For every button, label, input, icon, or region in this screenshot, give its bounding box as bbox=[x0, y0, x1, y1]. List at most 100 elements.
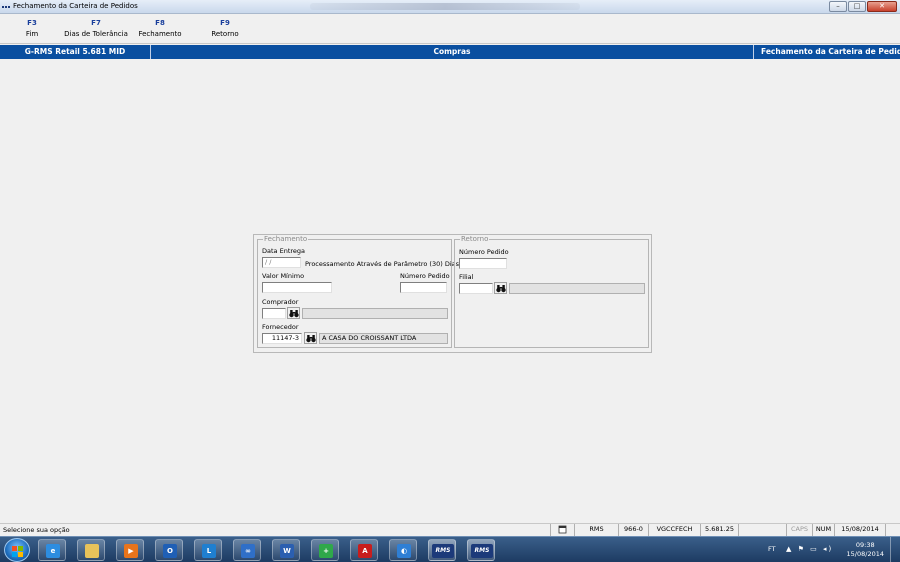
close-button[interactable]: ✕ bbox=[867, 1, 897, 12]
network-app-icon: ◐ bbox=[397, 544, 411, 558]
taskbar-word-button[interactable]: W bbox=[272, 539, 300, 561]
fkey-label: Retorno bbox=[211, 30, 239, 38]
taskbar-media-player-button[interactable]: ▶ bbox=[116, 539, 144, 561]
rms-app-2-icon: RMS bbox=[471, 544, 493, 558]
valor-minimo-label: Valor Mínimo bbox=[262, 272, 305, 280]
clock-date: 15/08/2014 bbox=[846, 550, 884, 558]
status-store: 966-0 bbox=[618, 524, 648, 536]
taskbar-rms-app-1-button[interactable]: RMS bbox=[428, 539, 456, 561]
fkey-code: F8 bbox=[155, 19, 165, 27]
taskbar-database-tool-button[interactable]: + bbox=[311, 539, 339, 561]
status-bar: Selecione sua opção RMS 966-0 VGCCFECH 5… bbox=[0, 523, 900, 536]
clock[interactable]: 09:38 15/08/2014 bbox=[847, 541, 884, 559]
valor-minimo-input[interactable] bbox=[262, 282, 332, 293]
comprador-name-display bbox=[302, 308, 448, 319]
blurred-caption bbox=[310, 3, 580, 10]
processamento-text: Processamento Através de Parâmetro (30) … bbox=[305, 260, 460, 268]
maximize-button[interactable]: □ bbox=[848, 1, 866, 12]
system-version: G-RMS Retail 5.681 MID bbox=[0, 45, 151, 59]
form-panel: Fechamento Data Entrega / / Processament… bbox=[253, 234, 652, 353]
rms-app-1-icon: RMS bbox=[432, 544, 454, 558]
status-empty bbox=[738, 524, 786, 536]
taskbar-network-app-button[interactable]: ◐ bbox=[389, 539, 417, 561]
status-date: 15/08/2014 bbox=[834, 524, 886, 536]
data-entrega-label: Data Entrega bbox=[262, 247, 305, 255]
fornecedor-search-button[interactable] bbox=[304, 332, 317, 344]
document-icon bbox=[558, 525, 567, 534]
taskbar-acrobat-button[interactable]: A bbox=[350, 539, 378, 561]
filial-code-input[interactable] bbox=[459, 283, 493, 294]
document-icon-cell bbox=[550, 524, 574, 536]
binoculars-icon bbox=[289, 310, 299, 318]
taskbar-internet-explorer-button[interactable]: e bbox=[38, 539, 66, 561]
window-controls: – □ ✕ bbox=[828, 1, 897, 13]
window-title: Fechamento da Carteira de Pedidos bbox=[13, 2, 138, 10]
retorno-numero-pedido-input[interactable] bbox=[459, 258, 507, 269]
binoculars-icon bbox=[496, 285, 506, 293]
windows-logo-part bbox=[12, 552, 17, 557]
comprador-code-input[interactable] bbox=[262, 308, 286, 319]
comprador-search-button[interactable] bbox=[287, 307, 300, 319]
internet-explorer-icon: e bbox=[46, 544, 60, 558]
fkey-code: F9 bbox=[220, 19, 230, 27]
outlook-icon: O bbox=[163, 544, 177, 558]
taskbar-lync-button[interactable]: L bbox=[194, 539, 222, 561]
status-message: Selecione sua opção bbox=[3, 526, 70, 534]
f7-dias-tolerancia-button[interactable]: F7 Dias de Tolerância bbox=[64, 19, 128, 38]
status-system: RMS bbox=[574, 524, 618, 536]
status-num: NUM bbox=[812, 524, 834, 536]
f3-fim-button[interactable]: F3 Fim bbox=[22, 19, 42, 38]
fkey-code: F7 bbox=[91, 19, 101, 27]
numero-pedido-input[interactable] bbox=[400, 282, 447, 293]
file-explorer-icon bbox=[85, 544, 99, 558]
status-caps: CAPS bbox=[786, 524, 812, 536]
f9-retorno-button[interactable]: F9 Retorno bbox=[208, 19, 242, 38]
fkey-code: F3 bbox=[27, 19, 37, 27]
status-version: 5.681.25 bbox=[700, 524, 738, 536]
taskbar-rms-app-2-button[interactable]: RMS bbox=[467, 539, 495, 561]
comprador-label: Comprador bbox=[262, 298, 299, 306]
taskbar-outlook-button[interactable]: O bbox=[155, 539, 183, 561]
fechamento-legend: Fechamento bbox=[263, 235, 309, 243]
filial-name-display bbox=[509, 283, 645, 294]
binoculars-icon bbox=[306, 335, 316, 343]
show-desktop-button[interactable] bbox=[890, 537, 900, 562]
taskbar-file-explorer-button[interactable] bbox=[77, 539, 105, 561]
fornecedor-code-input[interactable]: 11147-3 bbox=[262, 333, 302, 344]
word-icon: W bbox=[280, 544, 294, 558]
data-entrega-input[interactable]: / / bbox=[262, 257, 301, 268]
fkey-label: Fechamento bbox=[138, 30, 182, 38]
screen-name: Fechamento da Carteira de Pedidos bbox=[761, 47, 900, 56]
filial-label: Filial bbox=[459, 273, 474, 281]
tray-icons[interactable]: ▲ ⚑ ▭ ◂) bbox=[786, 545, 833, 553]
f8-fechamento-button[interactable]: F8 Fechamento bbox=[138, 19, 182, 38]
acrobat-icon: A bbox=[358, 544, 372, 558]
infinity-app-icon: ∞ bbox=[241, 544, 255, 558]
windows-logo-part bbox=[18, 552, 23, 557]
windows-taskbar: e ▶ O L ∞ W + A ◐ RMS RMS FT ▲ ⚑ ▭ ◂) 09:38 15/08/… bbox=[0, 536, 900, 562]
minimize-button[interactable]: – bbox=[829, 1, 847, 12]
app-icon bbox=[2, 4, 11, 10]
clock-time: 09:38 bbox=[855, 541, 875, 549]
system-tray: FT ▲ ⚑ ▭ ◂) 09:38 15/08/2014 bbox=[750, 537, 900, 562]
module-header: G-RMS Retail 5.681 MID Compras Fechament… bbox=[0, 45, 900, 59]
taskbar-infinity-app-button[interactable]: ∞ bbox=[233, 539, 261, 561]
windows-logo-part bbox=[18, 546, 23, 551]
windows-logo-icon bbox=[12, 546, 17, 551]
retorno-numero-pedido-label: Número Pedido bbox=[459, 248, 509, 256]
language-indicator[interactable]: FT bbox=[768, 545, 776, 553]
filial-search-button[interactable] bbox=[494, 282, 507, 294]
fechamento-group: Fechamento Data Entrega / / Processament… bbox=[257, 235, 459, 348]
title-bar: Fechamento da Carteira de Pedidos – □ ✕ bbox=[0, 0, 900, 14]
status-program: VGCCFECH bbox=[648, 524, 700, 536]
start-button[interactable] bbox=[4, 538, 30, 562]
fkey-label: Fim bbox=[25, 30, 39, 38]
fornecedor-label: Fornecedor bbox=[262, 323, 299, 331]
module-name: Compras bbox=[151, 45, 754, 59]
fornecedor-name-display: A CASA DO CROISSANT LTDA bbox=[319, 333, 448, 344]
media-player-icon: ▶ bbox=[124, 544, 138, 558]
fkey-label: Dias de Tolerância bbox=[64, 30, 128, 38]
retorno-legend: Retorno bbox=[460, 235, 490, 243]
numero-pedido-label: Número Pedido bbox=[400, 272, 450, 280]
database-tool-icon: + bbox=[319, 544, 333, 558]
